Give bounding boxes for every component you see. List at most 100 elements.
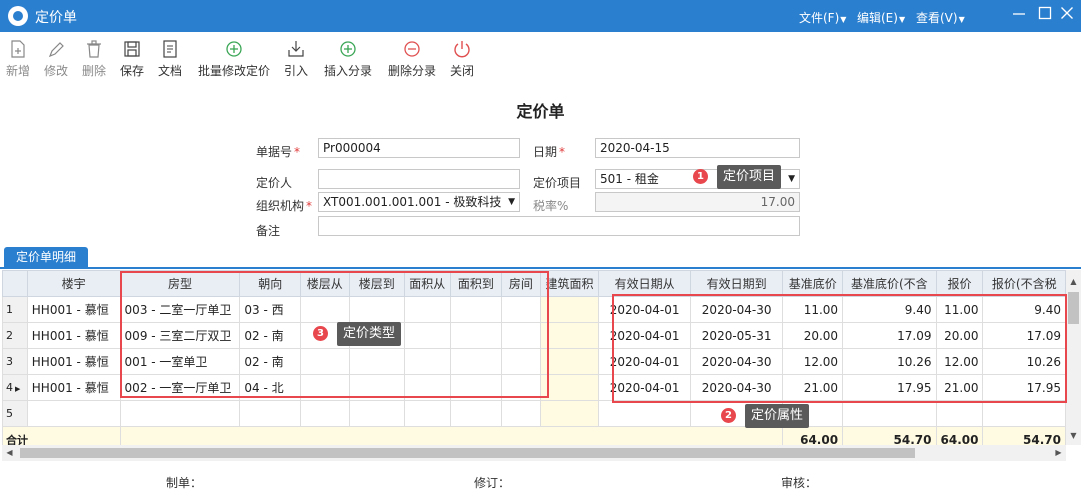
maximize-icon (1038, 6, 1052, 20)
quote-cell[interactable] (935, 400, 984, 427)
valid-from-cell[interactable] (598, 400, 691, 427)
plus-circle-icon (226, 41, 242, 57)
tab-pricing-detail[interactable]: 定价单明细 (4, 247, 88, 268)
annotation-tip-pricing-item: 定价项目 (717, 165, 782, 189)
gross-area-cell[interactable] (539, 400, 600, 427)
building-cell[interactable]: HH001 - 慕恒 (26, 322, 121, 349)
scroll-up-icon[interactable]: ▲ (1066, 274, 1081, 289)
annotation-tip-pricing-type: 定价类型 (337, 322, 402, 346)
room-cell[interactable] (501, 400, 541, 427)
page-title: 定价单 (516, 102, 565, 121)
building-cell[interactable]: HH001 - 慕恒 (26, 296, 121, 323)
vertical-scrollbar[interactable]: ▲ ▼ (1066, 270, 1081, 445)
total-base-price: 64.00 (782, 426, 844, 445)
required-icon: * (306, 199, 313, 213)
corner-cell (2, 270, 28, 297)
facing-cell[interactable] (239, 400, 301, 427)
row-number: 2 (2, 322, 28, 349)
maximize-button[interactable] (1034, 4, 1056, 26)
app-logo-icon (8, 6, 28, 26)
trash-icon (87, 40, 101, 58)
pricer-field[interactable] (318, 169, 520, 189)
edit-button[interactable]: 修改 (42, 38, 70, 79)
tab-underline (0, 267, 1081, 269)
close-button[interactable]: 关闭 (448, 38, 476, 79)
annotation-badge-3: 3 (313, 326, 328, 341)
annotation-badge-1: 1 (693, 169, 708, 184)
edit-icon (48, 42, 64, 58)
plus-circle-icon (340, 41, 356, 57)
scroll-thumb[interactable] (20, 448, 915, 458)
row-number: 1 (2, 296, 28, 323)
annotation-box-pricing-attributes (612, 294, 1067, 403)
total-base-price-ex-tax: 54.70 (842, 426, 937, 445)
menu-edit[interactable]: 编辑(E)▼ (857, 9, 905, 26)
delete-button[interactable]: 删除 (80, 38, 108, 79)
menu-file[interactable]: 文件(F)▼ (799, 9, 846, 26)
date-label: 日期 * (533, 145, 566, 159)
footer-auditor-label: 审核： (781, 476, 818, 490)
room-type-cell[interactable] (119, 400, 241, 427)
row-pointer-icon: ▶ (15, 385, 21, 393)
chevron-down-icon: ▼ (958, 15, 965, 24)
toolbar: 新增 修改 删除 保存 文档 批量修改定价 引入 插入分录 删除分录 关闭 (0, 32, 1081, 84)
col-header[interactable]: 有效日期从 (598, 270, 691, 297)
delete-entry-button[interactable]: 删除分录 (386, 38, 438, 79)
area-to-cell[interactable] (449, 400, 503, 427)
total-spacer (119, 426, 784, 445)
required-icon: * (294, 145, 301, 159)
menu-view[interactable]: 查看(V)▼ (916, 9, 965, 26)
base-price-ex-tax-cell[interactable] (842, 400, 937, 427)
chevron-down-icon: ▼ (898, 15, 906, 24)
area-from-cell[interactable] (403, 400, 451, 427)
table-row[interactable]: 5 (2, 400, 1066, 427)
row-number: 4 ▶ (2, 374, 28, 401)
scroll-down-icon[interactable]: ▼ (1066, 428, 1081, 443)
col-header[interactable]: 基准底价(不含 (842, 270, 937, 297)
title-bar: 定价单 文件(F)▼ 编辑(E)▼ 查看(V)▼ (0, 0, 1081, 32)
building-cell[interactable] (26, 400, 121, 427)
remark-label: 备注 (256, 224, 281, 238)
save-icon (124, 41, 140, 57)
scroll-thumb[interactable] (1068, 292, 1079, 324)
horizontal-scrollbar[interactable]: ◀ ▶ (2, 445, 1066, 461)
building-cell[interactable]: HH001 - 慕恒 (26, 374, 121, 401)
quote-ex-tax-cell[interactable] (982, 400, 1066, 427)
document-button[interactable]: 文档 (156, 38, 184, 79)
org-select[interactable]: XT001.001.001.001 - 极致科技 ▼ (318, 192, 520, 212)
chevron-down-icon[interactable]: ▼ (508, 193, 515, 211)
scroll-left-icon[interactable]: ◀ (2, 445, 17, 461)
chevron-down-icon[interactable]: ▼ (788, 170, 795, 188)
close-window-button[interactable] (1056, 4, 1078, 26)
date-field[interactable]: 2020-04-15 (595, 138, 800, 158)
bill-no-field[interactable]: Pr000004 (318, 138, 520, 158)
save-button[interactable]: 保存 (118, 38, 146, 79)
floor-to-cell[interactable] (348, 400, 405, 427)
col-header[interactable]: 报价(不含税 (982, 270, 1066, 297)
col-header[interactable]: 基准底价 (782, 270, 844, 297)
scroll-right-icon[interactable]: ▶ (1051, 445, 1066, 461)
row-number: 5 (2, 400, 28, 427)
total-quote: 64.00 (935, 426, 984, 445)
total-row: 合计 64.00 54.70 64.00 54.70 (2, 426, 1066, 445)
insert-entry-button[interactable]: 插入分录 (322, 38, 374, 79)
floor-from-cell[interactable] (299, 400, 350, 427)
total-label: 合计 (2, 426, 121, 445)
batch-edit-price-button[interactable]: 批量修改定价 (196, 38, 272, 79)
remark-field[interactable] (318, 216, 800, 236)
col-header[interactable]: 报价 (935, 270, 984, 297)
building-cell[interactable]: HH001 - 慕恒 (26, 348, 121, 375)
row-number: 3 (2, 348, 28, 375)
minimize-button[interactable] (1008, 4, 1030, 26)
power-icon (454, 41, 470, 58)
col-header[interactable]: 有效日期到 (689, 270, 784, 297)
pricer-label: 定价人 (256, 176, 293, 190)
total-quote-ex-tax: 54.70 (982, 426, 1066, 445)
annotation-box-pricing-type (120, 271, 549, 398)
required-icon: * (559, 145, 566, 159)
new-button[interactable]: 新增 (4, 38, 32, 79)
import-button[interactable]: 引入 (282, 38, 310, 79)
document-icon (163, 40, 177, 58)
org-label: 组织机构 * (256, 199, 313, 213)
col-header[interactable]: 楼宇 (26, 270, 121, 297)
